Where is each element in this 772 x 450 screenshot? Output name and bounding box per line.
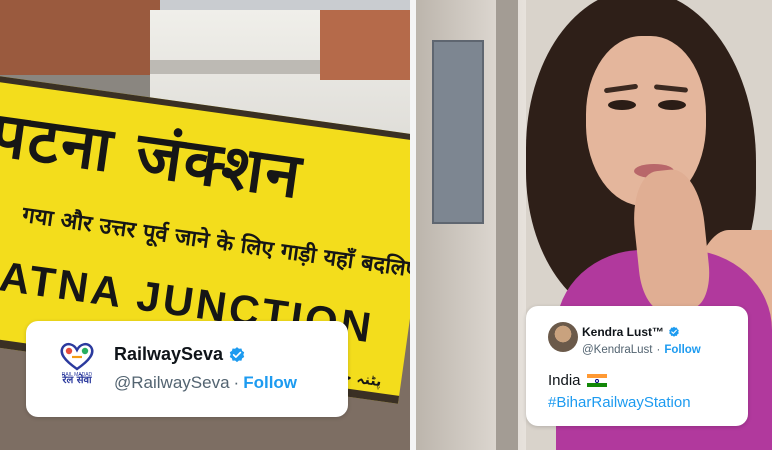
tweet-card-kendralust[interactable]: Kendra Lust™ @KendraLust · Follow India #B… xyxy=(526,306,748,426)
railwayseva-avatar[interactable]: RAIL MADAD रेल सेवा xyxy=(52,341,102,397)
verified-badge-icon xyxy=(229,346,245,362)
door-frame xyxy=(496,0,518,450)
handle[interactable]: @KendraLust xyxy=(582,344,653,356)
follow-button[interactable]: Follow xyxy=(664,344,700,356)
display-name[interactable]: RailwaySeva xyxy=(114,344,223,365)
tweet-body: India xyxy=(548,372,581,389)
handle-row: @RailwaySeva · Follow xyxy=(114,373,297,393)
separator-dot: · xyxy=(656,344,661,356)
india-flag-icon xyxy=(586,374,607,387)
brick-wall xyxy=(0,0,160,75)
avatar[interactable] xyxy=(548,322,578,352)
separator-dot: · xyxy=(233,373,240,392)
display-name[interactable]: Kendra Lust™ xyxy=(582,325,664,339)
name-row: RailwaySeva xyxy=(114,344,246,365)
hashtag-link[interactable]: #BiharRailwayStation xyxy=(548,394,691,411)
handle-row: @KendraLust · Follow xyxy=(582,344,701,356)
brick-wall-right xyxy=(320,10,410,80)
right-eye xyxy=(658,100,686,110)
name-row: Kendra Lust™ xyxy=(582,325,680,339)
tweet-card-railwayseva[interactable]: RAIL MADAD रेल सेवा RailwaySeva @Railway… xyxy=(26,321,348,417)
tweet-text: India xyxy=(548,372,607,389)
rail-heart-logo-icon xyxy=(60,342,94,371)
verified-badge-icon xyxy=(669,326,679,337)
follow-button[interactable]: Follow xyxy=(243,373,297,392)
logo-hindi-text: रेल सेवा xyxy=(62,375,92,386)
left-eye xyxy=(608,100,636,110)
wall-poster xyxy=(432,40,484,224)
handle[interactable]: @RailwaySeva xyxy=(114,373,230,392)
